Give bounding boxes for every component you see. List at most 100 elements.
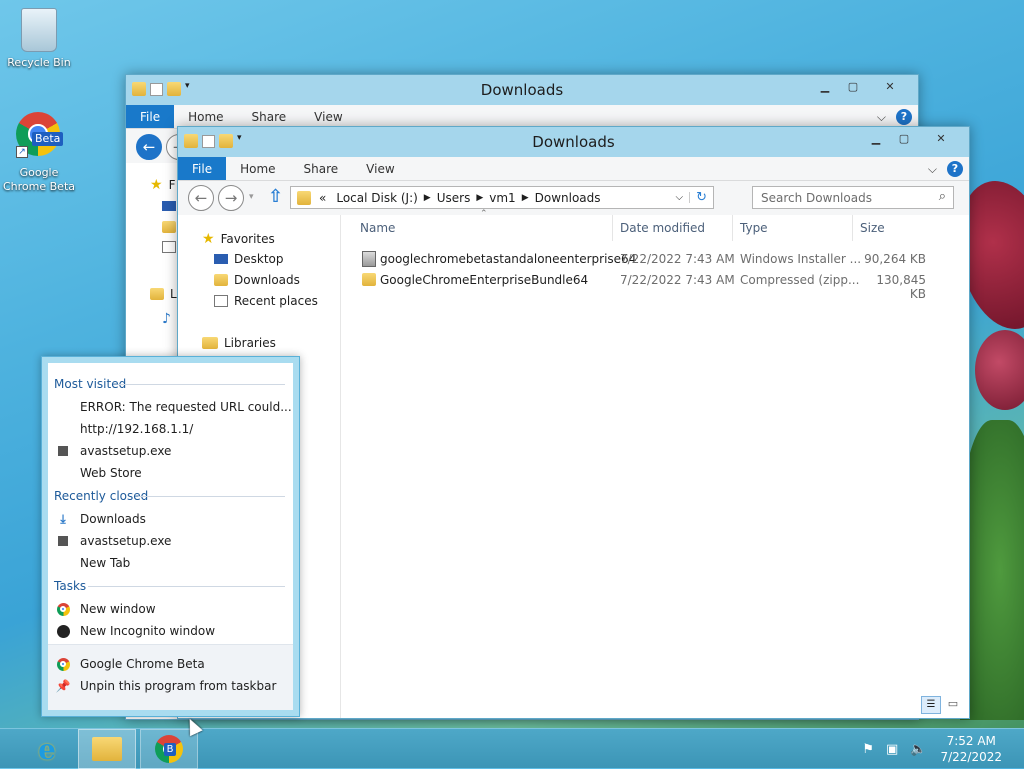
jumplist-item[interactable]: New Tab: [56, 556, 130, 570]
column-header-type[interactable]: Type: [740, 221, 768, 235]
large-icons-view-button[interactable]: ▭: [943, 696, 963, 714]
back-button[interactable]: ←: [188, 185, 214, 211]
tab-file[interactable]: File: [126, 105, 175, 128]
nav-music[interactable]: ♪: [162, 311, 171, 327]
ribbon-tabs: File Home Share View ⌵ ?: [178, 157, 969, 181]
up-arrow-icon[interactable]: ⇧: [268, 186, 283, 207]
nav-recent[interactable]: [162, 241, 176, 253]
address-bar[interactable]: « Local Disk (J:) ▶ Users ▶ vm1 ▶ Downlo…: [290, 186, 714, 209]
nav-downloads[interactable]: [162, 221, 176, 233]
tab-home[interactable]: Home: [226, 157, 289, 180]
desktop-icon-label: Google Chrome Beta: [2, 166, 75, 193]
nav-favorites[interactable]: ★ Favorites: [202, 231, 275, 247]
file-row[interactable]: googlechromebetastandaloneenterprise64 7…: [358, 249, 969, 270]
window-title: Downloads: [532, 133, 615, 151]
nav-recent-places[interactable]: Recent places: [214, 294, 318, 308]
desktop-icon-label: Recycle Bin: [7, 56, 71, 69]
tab-view[interactable]: View: [352, 157, 408, 180]
installer-file-icon: [362, 251, 376, 267]
nav-desktop[interactable]: [162, 201, 176, 211]
search-icon[interactable]: ⌕: [939, 189, 946, 204]
help-icon[interactable]: ?: [896, 109, 912, 125]
shortcut-arrow-icon: ↗: [16, 146, 28, 158]
close-button[interactable]: ✕: [919, 129, 963, 147]
star-icon: ★: [202, 231, 215, 247]
jumplist-unpin[interactable]: 📌 Unpin this program from taskbar: [56, 679, 277, 693]
address-segment[interactable]: Local Disk (J:): [330, 191, 423, 205]
chrome-beta-badge: B: [164, 743, 176, 756]
file-type: Windows Installer ...: [740, 252, 862, 266]
expand-ribbon-icon[interactable]: ⌵: [877, 110, 886, 125]
jumplist-header-most-visited: Most visited: [54, 377, 127, 391]
jumplist-item[interactable]: http://192.168.1.1/: [56, 422, 193, 436]
desktop-icon-recycle-bin[interactable]: Recycle Bin: [1, 8, 77, 70]
jumplist-item[interactable]: avastsetup.exe: [56, 534, 171, 548]
file-explorer-icon: [92, 737, 122, 761]
jumplist-item[interactable]: avastsetup.exe: [56, 444, 171, 458]
jumplist-task-new-window[interactable]: New window: [56, 602, 156, 616]
maximize-button[interactable]: ▢: [840, 77, 866, 95]
jumplist-item[interactable]: Web Store: [56, 466, 142, 480]
address-segment[interactable]: Users: [431, 191, 477, 205]
file-row[interactable]: GoogleChromeEnterpriseBundle64 7/22/2022…: [358, 270, 969, 301]
jumplist-task-new-incognito[interactable]: New Incognito window: [56, 624, 215, 638]
flag-icon[interactable]: ⚑: [862, 742, 874, 757]
address-segment[interactable]: Downloads: [529, 191, 607, 205]
jumplist-header-tasks: Tasks: [54, 579, 87, 593]
network-icon[interactable]: ▣: [886, 742, 898, 757]
forward-button[interactable]: →: [218, 185, 244, 211]
chrome-icon: [56, 602, 70, 616]
jumplist-item[interactable]: ERROR: The requested URL could...: [56, 400, 292, 414]
help-icon[interactable]: ?: [947, 161, 963, 177]
breadcrumb-arrow-icon[interactable]: ▶: [522, 193, 529, 203]
title-bar[interactable]: ▾ Downloads ▁ ▢ ✕: [178, 127, 969, 157]
minimize-button[interactable]: ▁: [812, 77, 838, 95]
window-title: Downloads: [480, 81, 564, 99]
maximize-button[interactable]: ▢: [891, 129, 917, 147]
desktop-icon: [162, 201, 176, 211]
column-header-size[interactable]: Size: [860, 221, 885, 235]
file-size: 130,845 KB: [876, 273, 926, 301]
recent-locations-icon[interactable]: ▾: [249, 192, 254, 202]
search-input[interactable]: Search Downloads ⌕: [752, 186, 954, 209]
back-button[interactable]: ←: [136, 134, 162, 160]
address-dropdown-icon[interactable]: ⌵: [670, 192, 691, 203]
nav-desktop[interactable]: Desktop: [214, 252, 284, 266]
blank-page-icon: [56, 422, 70, 436]
details-view-button[interactable]: ☰: [921, 696, 941, 714]
address-overflow[interactable]: «: [315, 191, 330, 205]
nav-libraries[interactable]: L: [150, 287, 177, 301]
title-bar[interactable]: ▾ Downloads ▁ ▢ ✕: [126, 75, 918, 105]
minimize-button[interactable]: ▁: [863, 129, 889, 147]
taskbar-file-explorer[interactable]: [78, 729, 136, 769]
libraries-icon: [150, 288, 164, 300]
internet-explorer-icon: e: [38, 732, 56, 766]
close-button[interactable]: ✕: [868, 77, 912, 95]
star-icon: ★: [150, 177, 163, 193]
column-header-date-modified[interactable]: Date modified: [620, 221, 705, 235]
tab-share[interactable]: Share: [238, 105, 301, 128]
taskbar-internet-explorer[interactable]: e: [20, 729, 74, 769]
nav-downloads[interactable]: Downloads: [214, 273, 300, 287]
refresh-icon[interactable]: ↻: [690, 190, 713, 205]
sort-arrow-icon: ⌃: [480, 209, 488, 219]
breadcrumb-arrow-icon[interactable]: ▶: [424, 193, 431, 203]
breadcrumb-arrow-icon[interactable]: ▶: [476, 193, 483, 203]
tab-file[interactable]: File: [178, 157, 227, 180]
clock[interactable]: 7:52 AM 7/22/2022: [940, 733, 1002, 765]
nav-favorites[interactable]: ★ F: [150, 177, 175, 193]
desktop-icon-chrome-beta[interactable]: Beta ↗ Google Chrome Beta: [1, 112, 77, 194]
music-icon: ♪: [162, 311, 171, 327]
nav-libraries[interactable]: Libraries: [202, 336, 276, 350]
expand-ribbon-icon[interactable]: ⌵: [928, 162, 937, 177]
jumplist-open-chrome-beta[interactable]: Google Chrome Beta: [56, 657, 205, 671]
tab-share[interactable]: Share: [290, 157, 353, 180]
file-icon: [56, 444, 70, 458]
volume-icon[interactable]: 🔈: [910, 742, 926, 757]
tab-home[interactable]: Home: [174, 105, 237, 128]
jumplist-item[interactable]: ⤓ Downloads: [56, 512, 146, 527]
column-header-name[interactable]: Name: [360, 221, 395, 235]
address-segment[interactable]: vm1: [483, 191, 521, 205]
chrome-jump-list: Most visited ERROR: The requested URL co…: [41, 356, 300, 717]
tab-view[interactable]: View: [300, 105, 356, 128]
